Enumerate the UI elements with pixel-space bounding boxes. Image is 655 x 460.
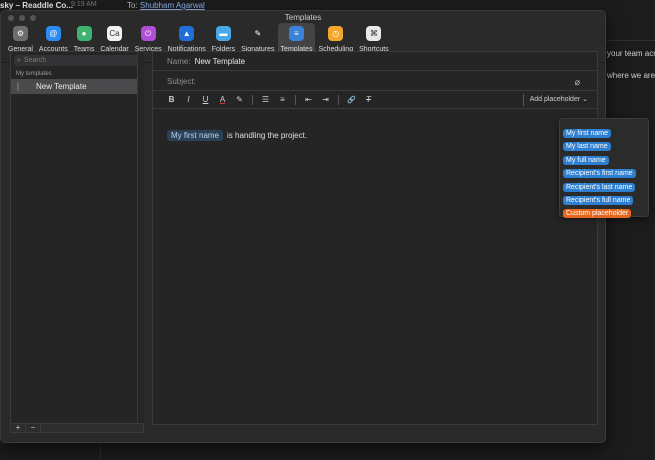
list-actions: + − xyxy=(10,423,144,433)
signatures-icon: ✎ xyxy=(250,26,266,41)
background-text-line-2: where we are xyxy=(607,71,655,80)
accounts-icon: @ xyxy=(45,26,61,41)
link-button[interactable]: 🔗 xyxy=(347,96,356,104)
subject-field[interactable]: Subject: ⌀ xyxy=(153,72,597,91)
shortcuts-icon: ⌘ xyxy=(366,26,382,41)
bulleted-list-button[interactable]: ☰ xyxy=(261,95,270,104)
add-placeholder-label: Add placeholder xyxy=(529,96,581,103)
search-input[interactable]: ⌕ Search xyxy=(14,55,140,66)
general-icon: ⚙ xyxy=(12,26,28,41)
format-divider xyxy=(338,94,339,105)
list-item-label: New Template xyxy=(36,82,87,91)
highlight-button[interactable]: ✎ xyxy=(235,95,244,104)
format-divider xyxy=(295,94,296,105)
add-template-button[interactable]: + xyxy=(11,424,26,432)
chevron-down-icon: ⌄ xyxy=(582,96,588,103)
attachment-icon[interactable]: ⌀ xyxy=(575,77,580,88)
templates-list-panel: ⌕ Search My templates New Template xyxy=(10,51,144,424)
numbered-list-button[interactable]: ≡ xyxy=(278,95,287,104)
format-divider xyxy=(252,94,253,105)
background-app-title: sky – Readdle Co... xyxy=(0,1,73,10)
bold-button[interactable]: B xyxy=(167,95,176,104)
placeholder-menu-row: My full name xyxy=(563,149,645,165)
folders-icon: ▬ xyxy=(215,26,231,41)
templates-icon: ≡ xyxy=(289,26,304,41)
remove-template-button[interactable]: − xyxy=(26,424,41,432)
calendar-icon: Ca xyxy=(107,26,123,41)
scheduling-icon: ◷ xyxy=(328,26,344,41)
background-time: 9:19 AM xyxy=(71,1,97,8)
background-text-line-1: your team acro xyxy=(607,49,655,58)
name-label: Name: xyxy=(167,56,191,66)
services-icon: ⏻ xyxy=(140,26,156,41)
placeholder-menu-row: My first name xyxy=(563,122,645,138)
placeholder-chip[interactable]: My first name xyxy=(167,130,224,141)
to-label: To: xyxy=(127,1,138,10)
window-title: Templates xyxy=(284,13,322,22)
placeholder-menu-row: Custom placeholder xyxy=(563,202,645,219)
placeholder-menu-row: Recipient's first name xyxy=(563,162,645,179)
italic-button[interactable]: I xyxy=(184,95,193,104)
drag-handle-icon[interactable] xyxy=(17,82,24,91)
placeholder-menu-row: Recipient's full name xyxy=(563,189,645,205)
placeholder-option[interactable]: Custom placeholder xyxy=(563,209,632,219)
notifications-icon: ▲ xyxy=(179,26,195,41)
background-recipient[interactable]: To: Shubham Agarwal xyxy=(127,1,205,10)
subject-label: Subject: xyxy=(167,76,196,86)
background-line xyxy=(605,40,655,41)
indent-button[interactable]: ⇥ xyxy=(321,95,330,104)
search-placeholder: Search xyxy=(23,57,47,64)
outdent-button[interactable]: ⇤ xyxy=(304,95,313,104)
search-icon: ⌕ xyxy=(17,56,21,64)
text-color-button[interactable]: A xyxy=(218,95,227,104)
name-value[interactable]: New Template xyxy=(195,57,246,66)
recipient-name[interactable]: Shubham Agarwal xyxy=(140,1,205,10)
template-body[interactable]: My first name is handling the project. xyxy=(167,130,307,141)
teams-icon: ● xyxy=(76,26,92,41)
list-item[interactable]: New Template xyxy=(11,79,137,94)
placeholder-dropdown: My first name My last name My full name Rec… xyxy=(559,118,649,219)
name-field[interactable]: Name: New Template xyxy=(153,52,597,71)
placeholder-menu-row: Recipient's last name xyxy=(563,176,645,192)
body-text: is handling the project. xyxy=(227,131,308,140)
scrollbar[interactable] xyxy=(137,52,144,423)
template-editor: Name: New Template Subject: ⌀ B I U A ✎ … xyxy=(152,51,598,425)
format-toolbar: B I U A ✎ ☰ ≡ ⇤ ⇥ 🔗 T Add placeholder ⌄ xyxy=(153,91,597,109)
section-label: My templates xyxy=(16,71,52,77)
clear-format-button[interactable]: T xyxy=(364,95,373,104)
add-placeholder-button[interactable]: Add placeholder ⌄ xyxy=(522,94,588,106)
underline-button[interactable]: U xyxy=(201,95,210,104)
placeholder-menu-row: My last name xyxy=(563,135,645,152)
